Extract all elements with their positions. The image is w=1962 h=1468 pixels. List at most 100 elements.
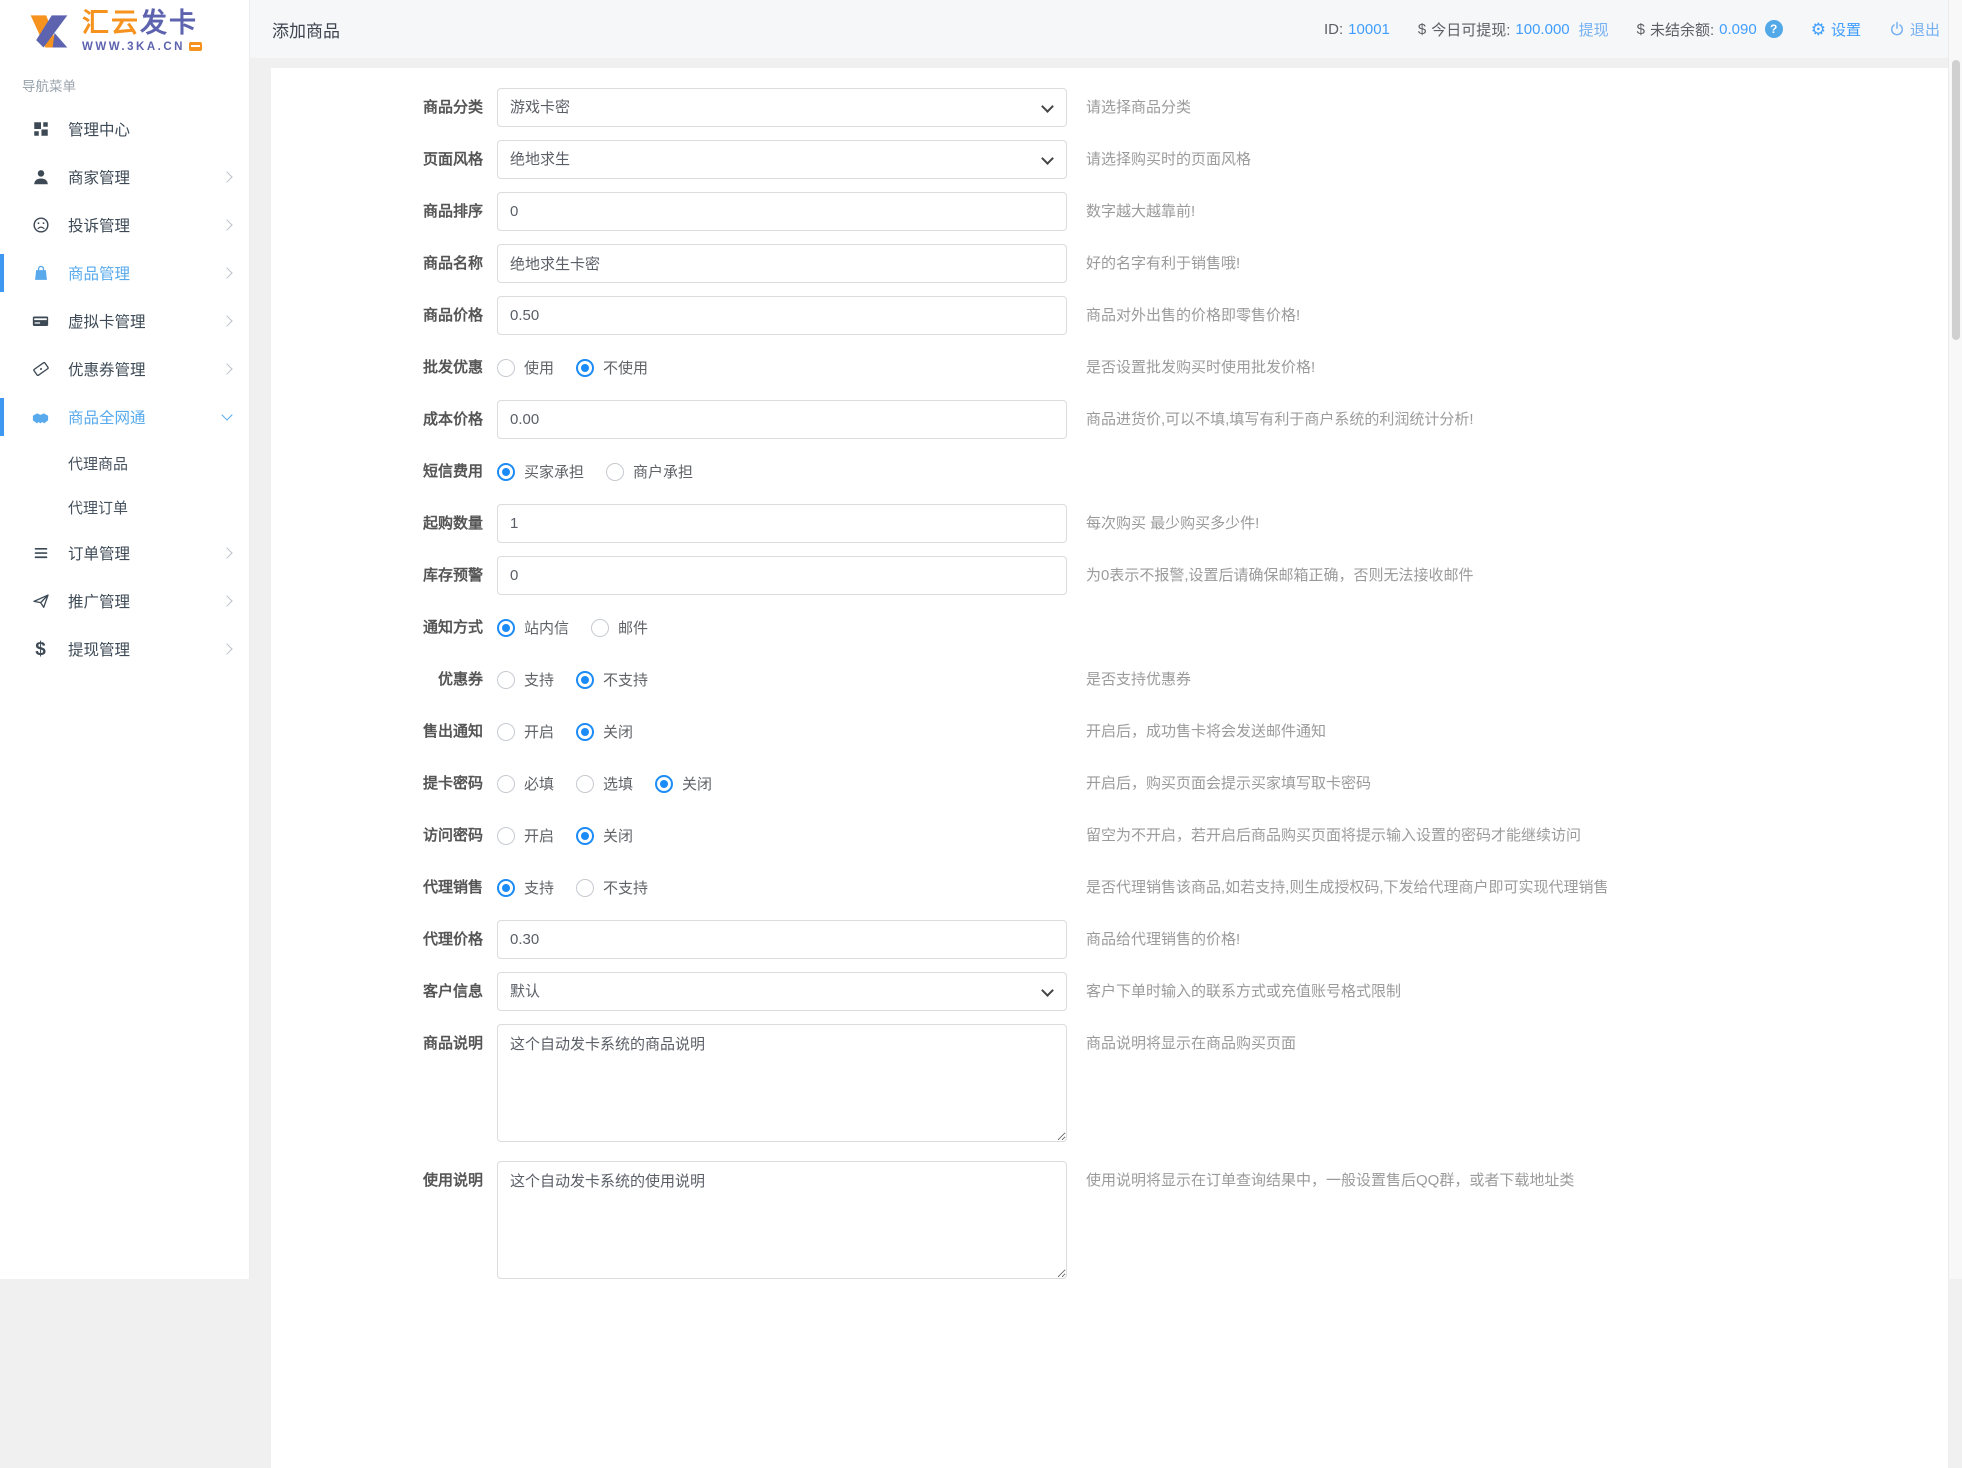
radio-icon — [591, 619, 609, 637]
withdraw-link[interactable]: 提现 — [1579, 19, 1609, 40]
sidebar-item-virtual-cards[interactable]: 虚拟卡管理 — [0, 297, 249, 345]
field-control: 买家承担 商户承担 — [497, 452, 1067, 491]
card-password-option[interactable]: 必填 — [497, 773, 554, 794]
field-label: 商品名称 — [271, 244, 497, 283]
chevron-right-icon — [221, 171, 232, 182]
coupon-option[interactable]: 不支持 — [576, 669, 648, 690]
id-value: 10001 — [1348, 21, 1390, 38]
active-indicator — [0, 254, 4, 292]
usage-desc-textarea[interactable] — [497, 1161, 1067, 1279]
radio-option-label: 站内信 — [524, 617, 569, 638]
radio-icon — [497, 359, 515, 377]
min-qty-input[interactable] — [497, 504, 1067, 543]
logo-title-2: 发卡 — [140, 8, 198, 38]
sort-input[interactable] — [497, 192, 1067, 231]
field-help: 留空为不开启，若开启后商品购买页面将提示输入设置的密码才能继续访问 — [1086, 816, 1581, 855]
field-help: 好的名字有利于销售哦! — [1086, 244, 1240, 283]
sale-notice-option[interactable]: 开启 — [497, 721, 554, 742]
name-input[interactable] — [497, 244, 1067, 283]
radio-option-label: 关闭 — [603, 721, 633, 742]
dollar-icon: $ — [30, 640, 51, 659]
help-badge[interactable]: ? — [1765, 20, 1783, 38]
field-label: 使用说明 — [271, 1161, 497, 1200]
field-label: 客户信息 — [271, 972, 497, 1011]
radio-checked-icon — [497, 463, 515, 481]
form-row-sort: 商品排序数字越大越靠前! — [271, 192, 1948, 231]
sidebar-item-product-network[interactable]: 商品全网通 — [0, 393, 249, 441]
logout-button[interactable]: 退出 — [1889, 19, 1940, 40]
agent-price-input[interactable] — [497, 920, 1067, 959]
sidebar-item-complaints[interactable]: 投诉管理 — [0, 201, 249, 249]
sidebar-item-promotion[interactable]: 推广管理 — [0, 577, 249, 625]
sidebar-subitem-agent-orders[interactable]: 代理订单 — [0, 485, 249, 529]
access-password-option[interactable]: 关闭 — [576, 825, 633, 846]
scrollbar-track[interactable] — [1948, 0, 1962, 1279]
unsettled-balance-stat: $ 未结余额: 0.090 ? — [1637, 19, 1783, 40]
wholesale-option[interactable]: 不使用 — [576, 357, 648, 378]
radio-option-label: 选填 — [603, 773, 633, 794]
card-password-option[interactable]: 选填 — [576, 773, 633, 794]
field-help: 商品说明将显示在商品购买页面 — [1086, 1024, 1296, 1063]
sale-notice-option[interactable]: 关闭 — [576, 721, 633, 742]
form-row-cost: 成本价格商品进货价,可以不填,填写有利于商户系统的利润统计分析! — [271, 400, 1948, 439]
price-input[interactable] — [497, 296, 1067, 335]
field-label: 售出通知 — [271, 712, 497, 751]
sidebar-subitem-label: 代理订单 — [68, 497, 128, 518]
radio-checked-icon — [576, 723, 594, 741]
sidebar-item-orders[interactable]: 订单管理 — [0, 529, 249, 577]
notify-method-option[interactable]: 邮件 — [591, 617, 648, 638]
ticket-icon — [30, 360, 51, 378]
wholesale-option[interactable]: 使用 — [497, 357, 554, 378]
chevron-right-icon — [221, 547, 232, 558]
logo[interactable]: 汇云发卡 WWW.3KA.CN — [0, 0, 249, 59]
sidebar-item-label: 优惠券管理 — [68, 358, 146, 380]
category-select[interactable]: 游戏卡密 — [497, 88, 1067, 127]
settings-button[interactable]: ⚙ 设置 — [1811, 19, 1861, 40]
field-control: 开启 关闭 — [497, 816, 1067, 855]
cost-input[interactable] — [497, 400, 1067, 439]
field-control: 游戏卡密 — [497, 88, 1067, 127]
coupon-option[interactable]: 支持 — [497, 669, 554, 690]
sidebar-item-label: 投诉管理 — [68, 214, 130, 236]
sidebar-item-coupons[interactable]: 优惠券管理 — [0, 345, 249, 393]
agent-sale-option[interactable]: 不支持 — [576, 877, 648, 898]
logo-title: 汇云 — [82, 8, 140, 38]
customer-info-select[interactable]: 默认 — [497, 972, 1067, 1011]
sms-fee-option[interactable]: 买家承担 — [497, 461, 584, 482]
form-row-usage-desc: 使用说明使用说明将显示在订单查询结果中，一般设置售后QQ群，或者下载地址类 — [271, 1161, 1948, 1283]
sidebar-item-withdrawal[interactable]: $ 提现管理 — [0, 625, 249, 673]
sidebar-item-products[interactable]: 商品管理 — [0, 249, 249, 297]
scrollbar-thumb[interactable] — [1952, 60, 1960, 340]
sidebar-item-label: 提现管理 — [68, 638, 130, 660]
balance-label: 未结余额: — [1650, 19, 1714, 40]
sidebar-item-label: 推广管理 — [68, 590, 130, 612]
sidebar-subitem-agent-products[interactable]: 代理商品 — [0, 441, 249, 485]
form-row-notify-method: 通知方式站内信邮件 — [271, 608, 1948, 647]
radio-option-label: 邮件 — [618, 617, 648, 638]
card-password-option[interactable]: 关闭 — [655, 773, 712, 794]
product-desc-textarea[interactable] — [497, 1024, 1067, 1142]
sidebar-item-merchants[interactable]: 商家管理 — [0, 153, 249, 201]
radio-checked-icon — [576, 359, 594, 377]
wholesale-radio-group: 使用 不使用 — [497, 348, 1067, 387]
stock-alert-input[interactable] — [497, 556, 1067, 595]
active-indicator — [0, 398, 4, 436]
sms-fee-option[interactable]: 商户承担 — [606, 461, 693, 482]
field-label: 短信费用 — [271, 452, 497, 491]
page-style-select[interactable]: 绝地求生 — [497, 140, 1067, 179]
field-label: 商品排序 — [271, 192, 497, 231]
field-help: 商品进货价,可以不填,填写有利于商户系统的利润统计分析! — [1086, 400, 1474, 439]
field-control — [497, 1161, 1067, 1283]
chevron-right-icon — [221, 363, 232, 374]
field-control — [497, 296, 1067, 335]
access-password-option[interactable]: 开启 — [497, 825, 554, 846]
field-control — [497, 400, 1067, 439]
sidebar-item-dashboard[interactable]: 管理中心 — [0, 105, 249, 153]
withdrawable-label: 今日可提现: — [1431, 19, 1510, 40]
field-control — [497, 244, 1067, 283]
radio-icon — [576, 775, 594, 793]
field-help: 商品给代理销售的价格! — [1086, 920, 1240, 959]
form-row-page-style: 页面风格绝地求生请选择购买时的页面风格 — [271, 140, 1948, 179]
notify-method-option[interactable]: 站内信 — [497, 617, 569, 638]
agent-sale-option[interactable]: 支持 — [497, 877, 554, 898]
